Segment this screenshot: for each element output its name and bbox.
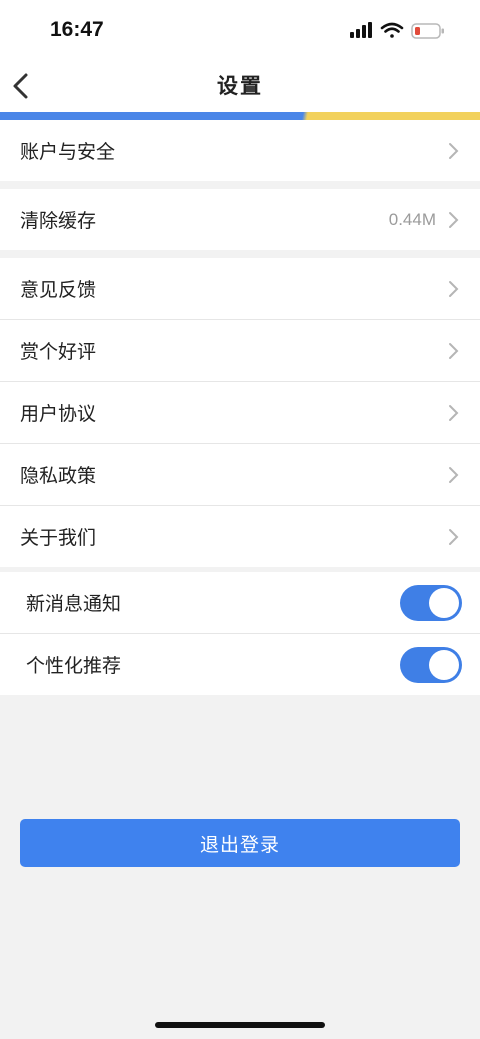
personalization-toggle[interactable] bbox=[400, 646, 462, 683]
notification-toggle[interactable] bbox=[400, 584, 462, 621]
logout-button[interactable]: 退出登录 bbox=[20, 819, 460, 867]
settings-group-toggles: 新消息通知 个性化推荐 bbox=[0, 572, 480, 695]
chevron-right-icon bbox=[449, 466, 459, 483]
row-label: 赏个好评 bbox=[20, 341, 97, 363]
nav-bar: 设置 bbox=[0, 60, 480, 112]
row-account-security[interactable]: 账户与安全 bbox=[0, 120, 480, 181]
wifi-icon bbox=[380, 22, 404, 38]
row-label: 个性化推荐 bbox=[26, 655, 122, 677]
row-label: 用户协议 bbox=[20, 403, 97, 425]
settings-group-cache: 清除缓存 0.44M bbox=[0, 189, 480, 250]
row-label: 新消息通知 bbox=[26, 593, 122, 615]
status-time: 16:47 bbox=[50, 18, 104, 41]
chevron-right-icon bbox=[449, 528, 459, 545]
cache-size: 0.44M bbox=[388, 209, 436, 229]
battery-icon bbox=[411, 23, 444, 39]
toggle-knob bbox=[429, 587, 459, 618]
home-indicator bbox=[155, 1022, 325, 1028]
row-label: 隐私政策 bbox=[20, 465, 97, 487]
row-user-agreement[interactable]: 用户协议 bbox=[0, 382, 480, 444]
chevron-right-icon bbox=[449, 342, 459, 359]
chevron-right-icon bbox=[449, 142, 459, 159]
row-label: 关于我们 bbox=[20, 527, 97, 549]
row-label: 意见反馈 bbox=[20, 279, 97, 301]
page-title: 设置 bbox=[217, 74, 263, 98]
toggle-knob bbox=[429, 649, 459, 680]
row-label: 账户与安全 bbox=[20, 141, 116, 163]
chevron-right-icon bbox=[449, 404, 459, 421]
status-bar: 16:47 bbox=[0, 0, 480, 60]
settings-group-account: 账户与安全 bbox=[0, 120, 480, 181]
status-icons bbox=[350, 21, 450, 41]
row-label: 清除缓存 bbox=[20, 210, 97, 232]
row-about-us[interactable]: 关于我们 bbox=[0, 506, 480, 567]
row-feedback[interactable]: 意见反馈 bbox=[0, 258, 480, 320]
row-clear-cache[interactable]: 清除缓存 0.44M bbox=[0, 189, 480, 250]
settings-group-info: 意见反馈 赏个好评 用户协议 隐私政策 关于我们 bbox=[0, 258, 480, 567]
row-rate-app[interactable]: 赏个好评 bbox=[0, 320, 480, 382]
accent-bar bbox=[0, 112, 480, 120]
row-new-message-notify: 新消息通知 bbox=[0, 572, 480, 634]
signal-icon bbox=[350, 22, 372, 38]
chevron-right-icon bbox=[449, 280, 459, 297]
row-personalized-recommend: 个性化推荐 bbox=[0, 634, 480, 695]
chevron-right-icon bbox=[449, 211, 459, 228]
row-privacy-policy[interactable]: 隐私政策 bbox=[0, 444, 480, 506]
